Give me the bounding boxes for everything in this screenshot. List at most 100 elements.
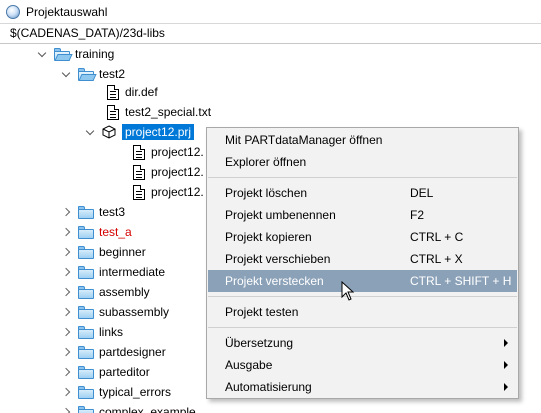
menu-item-open-explorer[interactable]: Explorer öffnen bbox=[208, 151, 517, 173]
file-icon bbox=[133, 144, 145, 160]
folder-icon bbox=[78, 225, 94, 239]
chevron-right-icon[interactable] bbox=[62, 307, 72, 317]
menu-item-output[interactable]: Ausgabe bbox=[208, 354, 517, 376]
folder-open-icon bbox=[54, 47, 73, 61]
tree-file-dir-def[interactable]: dir.def bbox=[107, 82, 158, 102]
folder-open-icon bbox=[78, 67, 97, 81]
chevron-right-icon[interactable] bbox=[62, 407, 72, 413]
tree-file-project-child[interactable]: project12. bbox=[133, 182, 204, 202]
menu-item-copy-project[interactable]: Projekt kopieren CTRL + C bbox=[208, 226, 517, 248]
tree-file-project-child[interactable]: project12. bbox=[133, 162, 204, 182]
tree-node-label: test2_special.txt bbox=[125, 105, 212, 119]
tree-node-training[interactable]: training bbox=[38, 44, 114, 64]
folder-icon bbox=[78, 385, 94, 399]
tree-node-label: project12. bbox=[151, 165, 204, 179]
chevron-right-icon[interactable] bbox=[62, 207, 72, 217]
menu-item-label: Projekt verschieben bbox=[225, 252, 331, 266]
menu-item-shortcut: CTRL + C bbox=[410, 230, 464, 244]
tree-node-label-selected: project12.prj bbox=[122, 124, 195, 140]
folder-icon bbox=[78, 245, 94, 259]
menu-item-rename-project[interactable]: Projekt umbenennen F2 bbox=[208, 204, 517, 226]
tree-node-assembly[interactable]: assembly bbox=[62, 282, 150, 302]
menu-separator bbox=[208, 296, 517, 297]
tree-node-links[interactable]: links bbox=[62, 322, 123, 342]
tree-node-label: links bbox=[99, 325, 124, 339]
menu-item-label: Projekt umbenennen bbox=[225, 208, 336, 222]
tree-node-label: subassembly bbox=[99, 305, 170, 319]
file-icon bbox=[133, 184, 145, 200]
tree-node-label: beginner bbox=[99, 245, 146, 259]
menu-item-label: Projekt löschen bbox=[225, 186, 308, 200]
submenu-arrow-icon bbox=[504, 339, 508, 347]
tree-node-intermediate[interactable]: intermediate bbox=[62, 262, 165, 282]
tree-node-label: training bbox=[75, 47, 115, 61]
path-field[interactable]: $(CADENAS_DATA)/23d-libs bbox=[0, 24, 541, 44]
folder-icon bbox=[78, 205, 94, 219]
menu-item-shortcut: CTRL + X bbox=[410, 252, 463, 266]
menu-item-move-project[interactable]: Projekt verschieben CTRL + X bbox=[208, 248, 517, 270]
folder-icon bbox=[78, 365, 94, 379]
tree-node-test-a[interactable]: test_a bbox=[62, 222, 132, 242]
tree-node-project12[interactable]: project12.prj bbox=[86, 122, 195, 142]
folder-icon bbox=[78, 285, 94, 299]
menu-item-hide-project[interactable]: Projekt verstecken CTRL + SHIFT + H bbox=[208, 270, 517, 292]
app-icon bbox=[6, 4, 20, 19]
tree-node-label: project12. bbox=[151, 185, 204, 199]
chevron-right-icon[interactable] bbox=[62, 247, 72, 257]
folder-icon bbox=[78, 325, 94, 339]
menu-separator bbox=[208, 327, 517, 328]
tree-node-beginner[interactable]: beginner bbox=[62, 242, 146, 262]
mouse-cursor-icon bbox=[341, 281, 355, 301]
context-menu: Mit PARTdataManager öffnen Explorer öffn… bbox=[206, 127, 519, 399]
title-bar: Projektauswahl bbox=[0, 0, 541, 24]
tree-node-typical-errors[interactable]: typical_errors bbox=[62, 382, 171, 402]
menu-item-automation[interactable]: Automatisierung bbox=[208, 376, 517, 398]
chevron-right-icon[interactable] bbox=[62, 267, 72, 277]
chevron-right-icon[interactable] bbox=[62, 387, 72, 397]
tree-node-label: partdesigner bbox=[99, 345, 166, 359]
chevron-right-icon[interactable] bbox=[62, 347, 72, 357]
menu-item-label: Übersetzung bbox=[225, 336, 294, 350]
menu-item-translation[interactable]: Übersetzung bbox=[208, 332, 517, 354]
file-icon bbox=[107, 84, 119, 100]
chevron-right-icon[interactable] bbox=[62, 287, 72, 297]
menu-item-label: Explorer öffnen bbox=[225, 155, 307, 169]
tree-node-test3[interactable]: test3 bbox=[62, 202, 125, 222]
tree-node-label-error: test_a bbox=[99, 225, 132, 239]
tree-file-test2-special[interactable]: test2_special.txt bbox=[107, 102, 211, 122]
chevron-down-icon[interactable] bbox=[38, 49, 48, 59]
tree-node-parteditor[interactable]: parteditor bbox=[62, 362, 150, 382]
tree-node-label: dir.def bbox=[125, 85, 158, 99]
project-cube-icon bbox=[102, 125, 116, 139]
menu-separator bbox=[208, 177, 517, 178]
menu-item-test-project[interactable]: Projekt testen bbox=[208, 301, 517, 323]
tree-node-label: typical_errors bbox=[99, 385, 172, 399]
tree-node-label: complex_example bbox=[99, 405, 196, 413]
tree-file-project-child[interactable]: project12. bbox=[133, 142, 204, 162]
chevron-down-icon[interactable] bbox=[62, 69, 72, 79]
tree-node-label: assembly bbox=[99, 285, 150, 299]
menu-item-shortcut: F2 bbox=[410, 208, 425, 222]
folder-icon bbox=[78, 405, 94, 413]
folder-icon bbox=[78, 305, 94, 319]
tree-node-partdesigner[interactable]: partdesigner bbox=[62, 342, 166, 362]
folder-icon bbox=[78, 265, 94, 279]
tree-node-label: test2 bbox=[99, 67, 126, 81]
tree-node-complex-example[interactable]: complex_example bbox=[62, 402, 196, 413]
menu-item-delete-project[interactable]: Projekt löschen DEL bbox=[208, 182, 517, 204]
tree-node-test2[interactable]: test2 bbox=[62, 64, 125, 84]
menu-item-label: Automatisierung bbox=[225, 380, 312, 394]
chevron-right-icon[interactable] bbox=[62, 227, 72, 237]
tree-node-subassembly[interactable]: subassembly bbox=[62, 302, 169, 322]
menu-item-open-partdatamanager[interactable]: Mit PARTdataManager öffnen bbox=[208, 129, 517, 151]
folder-icon bbox=[78, 345, 94, 359]
menu-item-shortcut: CTRL + SHIFT + H bbox=[410, 274, 512, 288]
file-icon bbox=[133, 164, 145, 180]
chevron-right-icon[interactable] bbox=[62, 367, 72, 377]
submenu-arrow-icon bbox=[504, 383, 508, 391]
file-icon bbox=[107, 104, 119, 120]
chevron-down-icon[interactable] bbox=[86, 127, 96, 137]
menu-item-label: Projekt kopieren bbox=[225, 230, 312, 244]
chevron-right-icon[interactable] bbox=[62, 327, 72, 337]
menu-item-label: Mit PARTdataManager öffnen bbox=[225, 133, 383, 147]
